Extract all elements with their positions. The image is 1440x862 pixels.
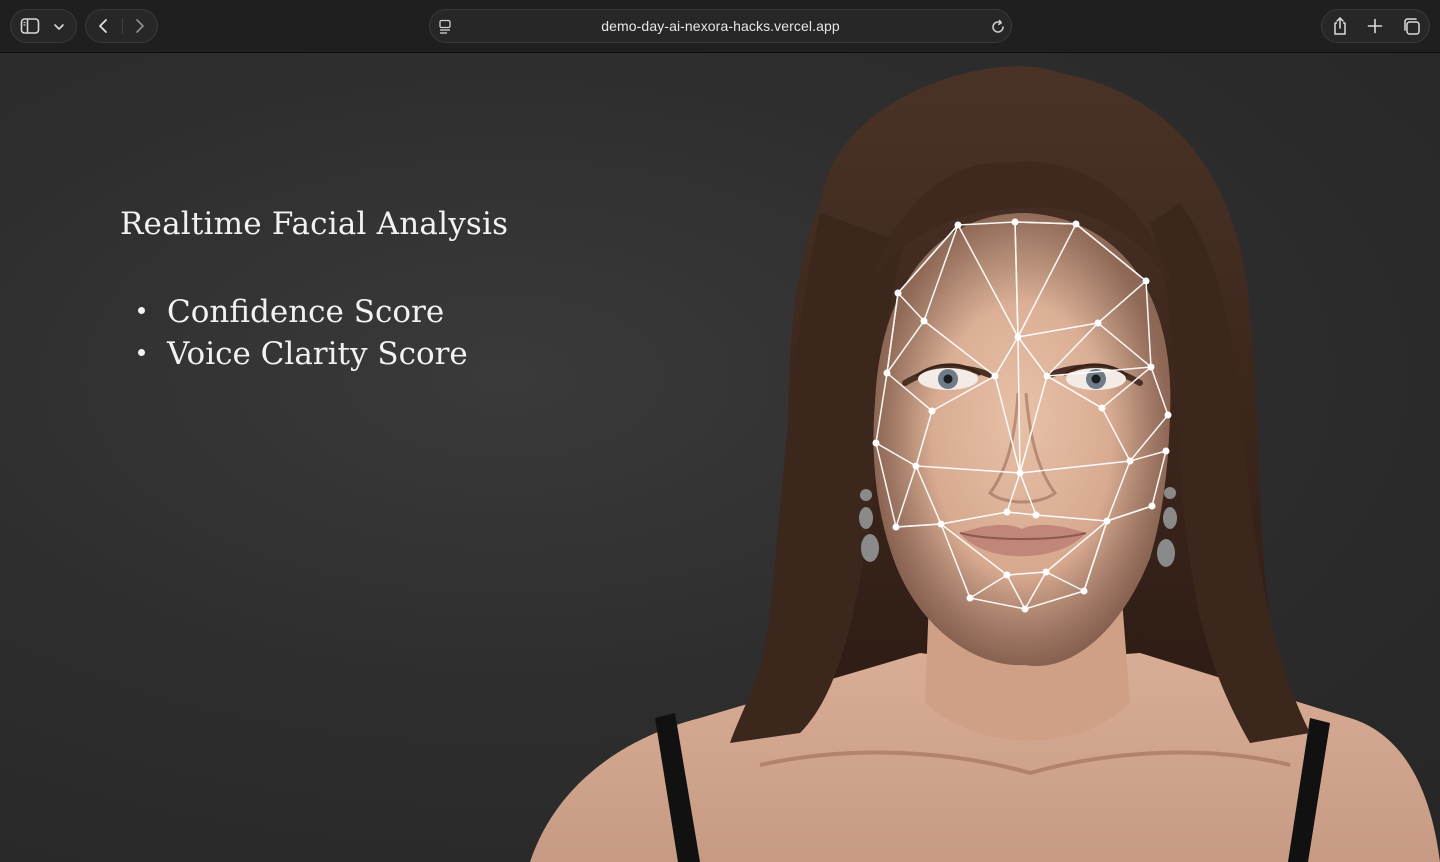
feature-label: Voice Clarity Score bbox=[167, 336, 468, 372]
slide-title: Realtime Facial Analysis bbox=[120, 206, 509, 242]
chevron-down-icon[interactable] bbox=[53, 22, 65, 32]
bullet-icon bbox=[138, 306, 145, 314]
feature-item: Confidence Score bbox=[138, 291, 468, 333]
face-shade bbox=[873, 213, 1171, 667]
address-bar[interactable]: demo-day-ai-nexora-hacks.vercel.app bbox=[429, 9, 1012, 43]
feature-label: Confidence Score bbox=[167, 294, 445, 330]
bullet-icon bbox=[138, 348, 145, 356]
slide-page: Realtime Facial Analysis Confidence Scor… bbox=[0, 53, 1440, 862]
tab-controls-group bbox=[1321, 9, 1430, 43]
reload-icon[interactable] bbox=[990, 19, 1006, 35]
navigation-group bbox=[85, 9, 158, 43]
url-text[interactable]: demo-day-ai-nexora-hacks.vercel.app bbox=[430, 18, 1011, 34]
browser-toolbar: demo-day-ai-nexora-hacks.vercel.app bbox=[0, 0, 1440, 53]
feature-item: Voice Clarity Score bbox=[138, 333, 468, 375]
plus-icon[interactable] bbox=[1367, 18, 1383, 34]
nav-divider bbox=[122, 18, 123, 34]
sidebar-toggle-icon[interactable] bbox=[20, 17, 40, 35]
face-analysis-portrait bbox=[530, 66, 1440, 862]
share-icon[interactable] bbox=[1331, 16, 1349, 36]
sidebar-control-group bbox=[10, 9, 77, 43]
chevron-left-icon[interactable] bbox=[97, 18, 111, 34]
chevron-right-icon[interactable] bbox=[132, 18, 146, 34]
tab-overview-icon[interactable] bbox=[1402, 17, 1421, 36]
feature-list: Confidence Score Voice Clarity Score bbox=[138, 291, 468, 375]
